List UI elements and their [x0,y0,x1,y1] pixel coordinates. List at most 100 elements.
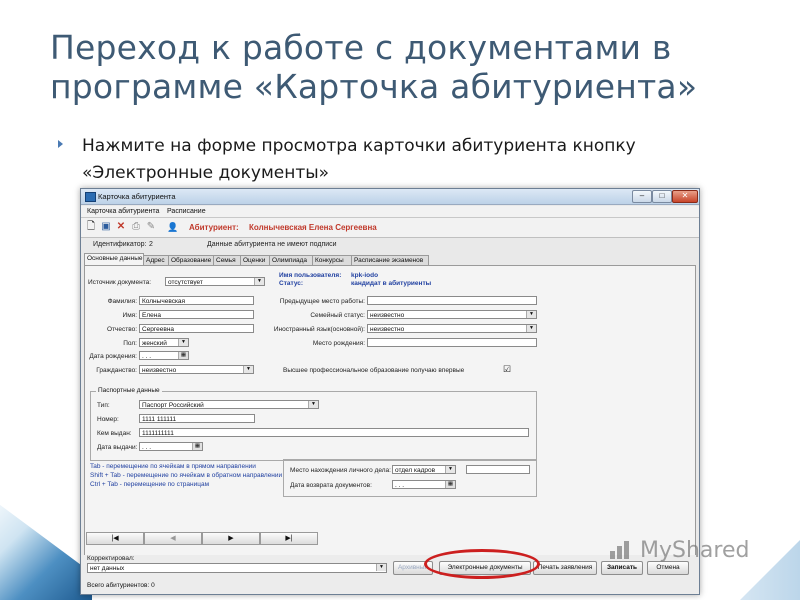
total-applicants-status: Всего абитуриентов: 0 [87,582,155,589]
highlight-ellipse [424,549,540,579]
passport-issued-by-field[interactable]: 1111111111 [139,428,529,437]
citizenship-label: Гражданство: [96,367,137,374]
menu-schedule[interactable]: Расписание [167,208,206,215]
hint-tab: Tab - перемещение по ячейкам в прямом на… [90,463,256,470]
chevron-down-icon[interactable]: ▼ [254,278,264,285]
edit-icon[interactable]: ✎ [145,221,157,233]
calendar-icon[interactable]: ▦ [178,352,188,359]
source-value: отсутствует [168,279,203,286]
new-document-icon[interactable]: 🗋 [85,221,97,233]
bottom-bar: Корректировал: нет данных ▼ Архивный Элек… [81,555,699,594]
calendar-icon[interactable]: ▦ [445,481,455,488]
passport-number-field[interactable]: 1111 111111 [139,414,255,423]
hint-shift-tab: Shift + Tab - перемещение по ячейкам в о… [90,472,283,479]
id-label: Идентификатор: [93,241,147,248]
passport-type-label: Тип: [97,402,110,409]
first-record-button[interactable]: |◀ [86,532,144,545]
chevron-down-icon[interactable]: ▼ [376,564,386,571]
family-status-select[interactable]: неизвестно ▼ [367,310,537,319]
window-titlebar[interactable]: Карточка абитуриента – □ ✕ [81,189,699,205]
passport-number-label: Номер: [97,416,119,423]
passport-issue-date-field[interactable]: . . . ▦ [139,442,203,451]
tab-education[interactable]: Образование [168,255,214,265]
watermark: MyShared [610,538,749,563]
print-icon[interactable]: ⎙ [130,221,142,233]
corrected-by-value: нет данных [90,565,125,572]
tab-exam-schedule[interactable]: Расписание экзаменов [351,255,429,265]
print-application-button[interactable]: Печать заявления [533,561,597,575]
passport-type-select[interactable]: Паспорт Российский ▼ [139,400,319,409]
tab-grades[interactable]: Оценки [240,255,270,265]
app-icon [85,192,96,202]
menu-applicant-card[interactable]: Карточка абитуриента [87,208,159,215]
chevron-down-icon[interactable]: ▼ [308,401,318,408]
status-value: кандидат в абитуриенты [351,280,432,287]
toolbar: 🗋 ▣ ✕ ⎙ ✎ 👤 Абитуриент: Колнычевская Еле… [81,218,699,238]
prev-work-label: Предыдущее место работы: [279,298,365,305]
bullet-text: Нажмите на форме просмотра карточки абит… [82,136,636,183]
main-data-panel: Источник документа: отсутствует ▼ Имя пол… [84,265,696,557]
save-icon[interactable]: ▣ [100,221,112,233]
storage-extra-field[interactable] [466,465,530,474]
last-record-button[interactable]: ▶| [260,532,318,545]
tab-olympiad[interactable]: Олимпиада [269,255,313,265]
tab-strip: Основные данные Адрес Образование Семья … [84,253,696,265]
higher-education-checkbox[interactable]: ☑ [503,364,511,375]
watermark-text: MyShared [640,538,750,563]
gender-select[interactable]: женский ▼ [139,338,189,347]
next-record-button[interactable]: ▶ [202,532,260,545]
corrected-by-label: Корректировал: [87,555,135,562]
storage-select[interactable]: отдел кадров ▼ [392,465,456,474]
foreign-language-value: неизвестно [370,326,405,333]
patronymic-field[interactable]: Сергеевна [139,324,254,333]
citizenship-select[interactable]: неизвестно ▼ [139,365,254,374]
bullet-arrow-icon [58,140,63,148]
birthdate-label: Дата рождения: [89,353,137,360]
birthplace-label: Место рождения: [312,340,365,347]
patronymic-value: Сергеевна [142,326,175,333]
maximize-icon[interactable]: □ [652,190,672,203]
prev-work-field[interactable] [367,296,537,305]
source-select[interactable]: отсутствует ▼ [165,277,265,286]
passport-issue-date-value: . . . [142,444,152,451]
birthdate-field[interactable]: . . . ▦ [139,351,189,360]
birthdate-value: . . . [142,353,152,360]
tab-competitions[interactable]: Конкурсы [312,255,352,265]
gender-label: Пол: [123,340,137,347]
family-status-value: неизвестно [370,312,405,319]
tab-main-data[interactable]: Основные данные [84,253,144,265]
birthplace-field[interactable] [367,338,537,347]
close-icon[interactable]: ✕ [672,190,698,203]
name-field[interactable]: Елена [139,310,254,319]
gender-value: женский [142,340,167,347]
chevron-down-icon[interactable]: ▼ [445,466,455,473]
cancel-button[interactable]: Отмена [647,561,689,575]
minimize-icon[interactable]: – [632,190,652,203]
personal-file-group: Место нахождения личного дела: отдел кад… [283,459,537,497]
higher-education-label: Высшее профессиональное образование полу… [283,367,465,374]
tab-family[interactable]: Семья [213,255,241,265]
applicant-label: Абитуриент: [189,223,239,232]
passport-issued-by-value: 1111111111 [142,430,174,437]
user-icon: 👤 [167,222,179,232]
corrected-by-select[interactable]: нет данных ▼ [87,563,387,573]
storage-value: отдел кадров [395,467,436,474]
chevron-down-icon[interactable]: ▼ [243,366,253,373]
record-button[interactable]: Записать [601,561,643,575]
surname-field[interactable]: Колнычевская [139,296,254,305]
foreign-language-select[interactable]: неизвестно ▼ [367,324,537,333]
chevron-down-icon[interactable]: ▼ [178,339,188,346]
chevron-down-icon[interactable]: ▼ [526,311,536,318]
tab-address[interactable]: Адрес [143,255,169,265]
delete-icon[interactable]: ✕ [115,221,127,233]
calendar-icon[interactable]: ▦ [192,443,202,450]
passport-number-value: 1111 111111 [142,416,177,423]
return-date-field[interactable]: . . . ▦ [392,480,456,489]
username-label: Имя пользователя: [279,272,342,279]
return-date-value: . . . [395,482,405,489]
surname-value: Колнычевская [142,298,186,305]
chevron-down-icon[interactable]: ▼ [526,325,536,332]
family-status-label: Семейный статус: [310,312,365,319]
prev-record-button[interactable]: ◀ [144,532,202,545]
chart-bars-icon [610,539,636,559]
